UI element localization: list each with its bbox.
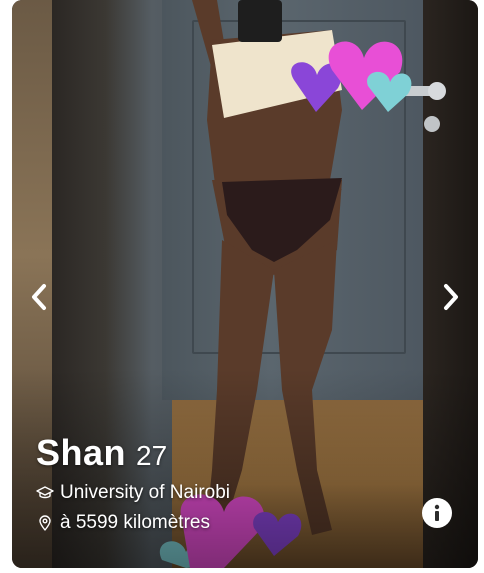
name-row: Shan 27: [36, 432, 230, 474]
chevron-right-icon: [444, 284, 458, 310]
profile-info-button[interactable]: [422, 498, 452, 528]
distance-row: à 5599 kilomètres: [36, 512, 230, 534]
profile-info: Shan 27 University of Nairobi à 5599 kil…: [36, 432, 230, 534]
location-pin-icon: [36, 514, 54, 532]
next-photo-button[interactable]: [436, 280, 466, 314]
profile-distance: à 5599 kilomètres: [60, 512, 210, 533]
profile-name: Shan: [36, 432, 127, 473]
previous-photo-button[interactable]: [24, 280, 54, 314]
school-row: University of Nairobi: [36, 482, 230, 504]
info-icon: [434, 504, 440, 521]
chevron-left-icon: [32, 284, 46, 310]
photo-phone: [238, 0, 282, 42]
profile-age: 27: [136, 440, 168, 471]
profile-school: University of Nairobi: [60, 482, 230, 503]
graduation-cap-icon: [36, 484, 54, 502]
profile-card[interactable]: Shan 27 University of Nairobi à 5599 kil…: [12, 0, 478, 568]
